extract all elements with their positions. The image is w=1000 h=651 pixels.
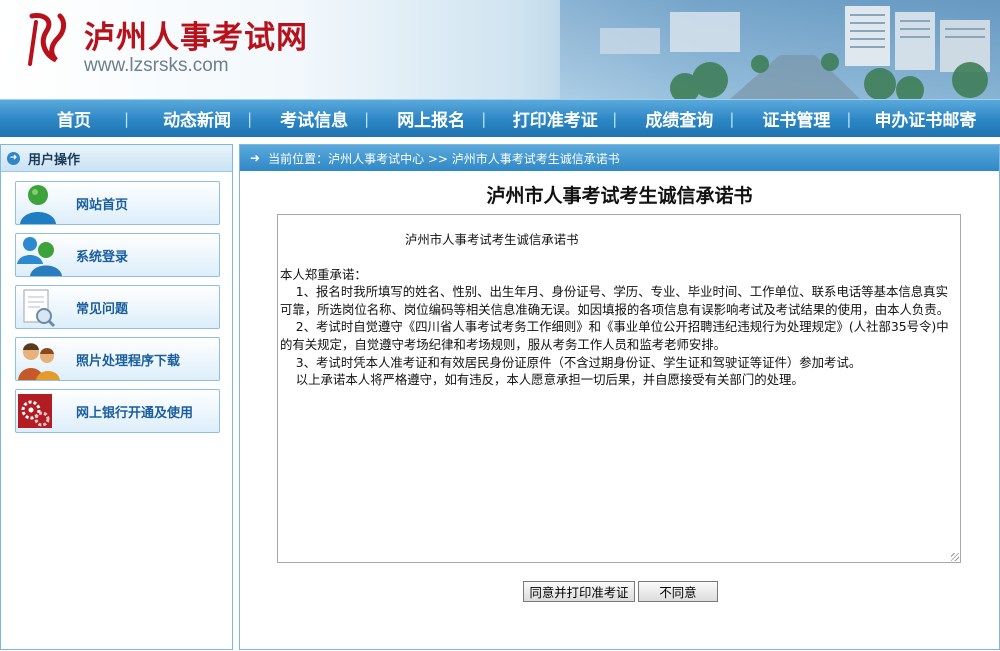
arrow-right-icon: ➜	[250, 151, 261, 165]
page-title: 泸州市人事考试考生诚信承诺书	[486, 185, 753, 207]
letter-line: 本人郑重承诺：	[280, 266, 367, 282]
nav-separator: |	[729, 109, 735, 128]
nav-home[interactable]: 首页	[24, 106, 124, 131]
breadcrumb-text: 当前位置：泸州人事考试中心 >> 泸州市人事考试考生诚信承诺书	[268, 151, 620, 166]
nav-separator: |	[612, 109, 618, 128]
main-nav: 首页 | 动态新闻 | 考试信息 | 网上报名 | 打印准考证 | 成绩查询 |…	[0, 99, 1000, 137]
nav-news[interactable]: 动态新闻	[147, 106, 247, 131]
site-name[interactable]: 泸州人事考试网	[84, 12, 308, 57]
user-icon	[16, 182, 62, 224]
site-header: 泸州人事考试网 www.lzsrsks.com	[0, 0, 1000, 99]
sidebar-item-photo-tool-download[interactable]: 照片处理程序下载	[15, 337, 220, 381]
nav-certificate-mailing[interactable]: 申办证书邮寄	[863, 106, 987, 131]
letter-heading: 泸州市人事考试考生诚信承诺书	[405, 232, 579, 247]
sidebar-item-label: 系统登录	[76, 249, 129, 265]
nav-separator: |	[247, 109, 253, 128]
nav-online-registration[interactable]: 网上报名	[381, 106, 481, 131]
sidebar: ➜ 用户操作 网站首页 系统登录 常见问题 照片处理程序下载 网上银行开通及使用	[0, 144, 233, 650]
site-url: www.lzsrsks.com	[84, 55, 229, 76]
letter-line: 3、考试时凭本人准考证和有效居民身份证原件（不含过期身份证、学生证和驾驶证等证件…	[280, 354, 862, 370]
nav-score-query[interactable]: 成绩查询	[629, 106, 729, 131]
campus-banner-image	[560, 0, 1000, 99]
people-icon	[16, 338, 62, 380]
letter-line: 2、考试时自觉遵守《四川省人事考试考务工作细则》和《事业单位公开招聘违纪违规行为…	[280, 319, 949, 352]
sidebar-item-label: 照片处理程序下载	[76, 353, 181, 369]
sidebar-title: 用户操作	[28, 152, 81, 168]
nav-print-admission[interactable]: 打印准考证	[498, 106, 612, 131]
resize-handle[interactable]	[951, 553, 959, 561]
disagree-button[interactable]: 不同意	[638, 581, 718, 602]
sidebar-item-online-banking[interactable]: 网上银行开通及使用	[15, 389, 220, 433]
nav-exam-info[interactable]: 考试信息	[264, 106, 364, 131]
document-search-icon	[16, 286, 62, 328]
sidebar-item-home[interactable]: 网站首页	[15, 181, 220, 225]
breadcrumb: ➜ 当前位置：泸州人事考试中心 >> 泸州市人事考试考生诚信承诺书	[240, 145, 999, 171]
users-icon	[16, 234, 62, 276]
nav-separator: |	[481, 109, 487, 128]
agree-print-button[interactable]: 同意并打印准考证	[523, 581, 635, 602]
sidebar-item-login[interactable]: 系统登录	[15, 233, 220, 277]
sidebar-item-label: 常见问题	[76, 301, 129, 317]
nav-separator: |	[124, 109, 130, 128]
letter-line: 以上承诺本人将严格遵守，如有违反，本人愿意承担一切后果，并自愿接受有关部门的处理…	[280, 372, 804, 388]
sidebar-item-faq[interactable]: 常见问题	[15, 285, 220, 329]
gears-icon	[16, 390, 62, 432]
nav-separator: |	[846, 109, 852, 128]
sidebar-item-label: 网站首页	[76, 197, 129, 213]
arrow-right-icon: ➜	[7, 151, 20, 165]
nav-separator: |	[364, 109, 370, 128]
site-logo-icon	[28, 13, 67, 66]
letter-line: 1、报名时我所填写的姓名、性别、出生年月、身份证号、学历、专业、毕业时间、工作单…	[280, 284, 950, 317]
sidebar-header: ➜ 用户操作	[1, 145, 232, 172]
nav-certificate-management[interactable]: 证书管理	[746, 106, 846, 131]
commitment-textarea[interactable]: 泸州市人事考试考生诚信承诺书 本人郑重承诺： 1、报名时我所填写的姓名、性别、出…	[277, 214, 961, 563]
sidebar-item-label: 网上银行开通及使用	[76, 405, 194, 421]
main-panel: ➜ 当前位置：泸州人事考试中心 >> 泸州市人事考试考生诚信承诺书 泸州市人事考…	[239, 144, 1000, 650]
